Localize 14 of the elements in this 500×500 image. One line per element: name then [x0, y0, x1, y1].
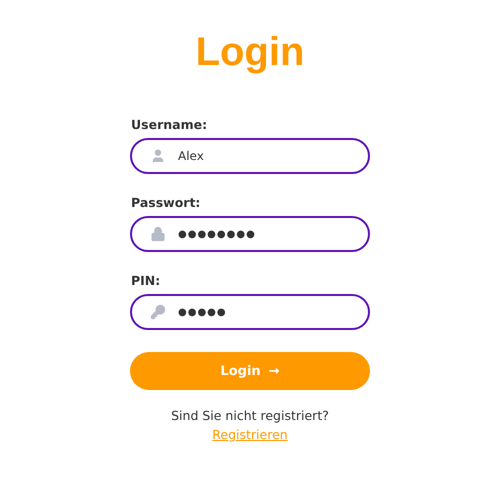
input-field[interactable]: ●●●●●●●● [130, 216, 370, 252]
key-icon [150, 304, 166, 320]
masked-value: ●●●●●●●● [178, 228, 256, 240]
field-value: Alex [178, 149, 204, 163]
user-icon [150, 148, 166, 164]
register-prompt: Sind Sie nicht registriert? [170, 408, 330, 423]
field-label: Username: [131, 117, 208, 133]
lock-icon [150, 226, 166, 242]
input-field[interactable]: Alex [130, 138, 370, 174]
input-field[interactable]: ●●●●● [130, 294, 370, 330]
field-label: Passwort: [131, 195, 202, 211]
page-title: Login [196, 29, 304, 76]
masked-value: ●●●●● [178, 306, 227, 318]
field-label: PIN: [131, 273, 162, 289]
